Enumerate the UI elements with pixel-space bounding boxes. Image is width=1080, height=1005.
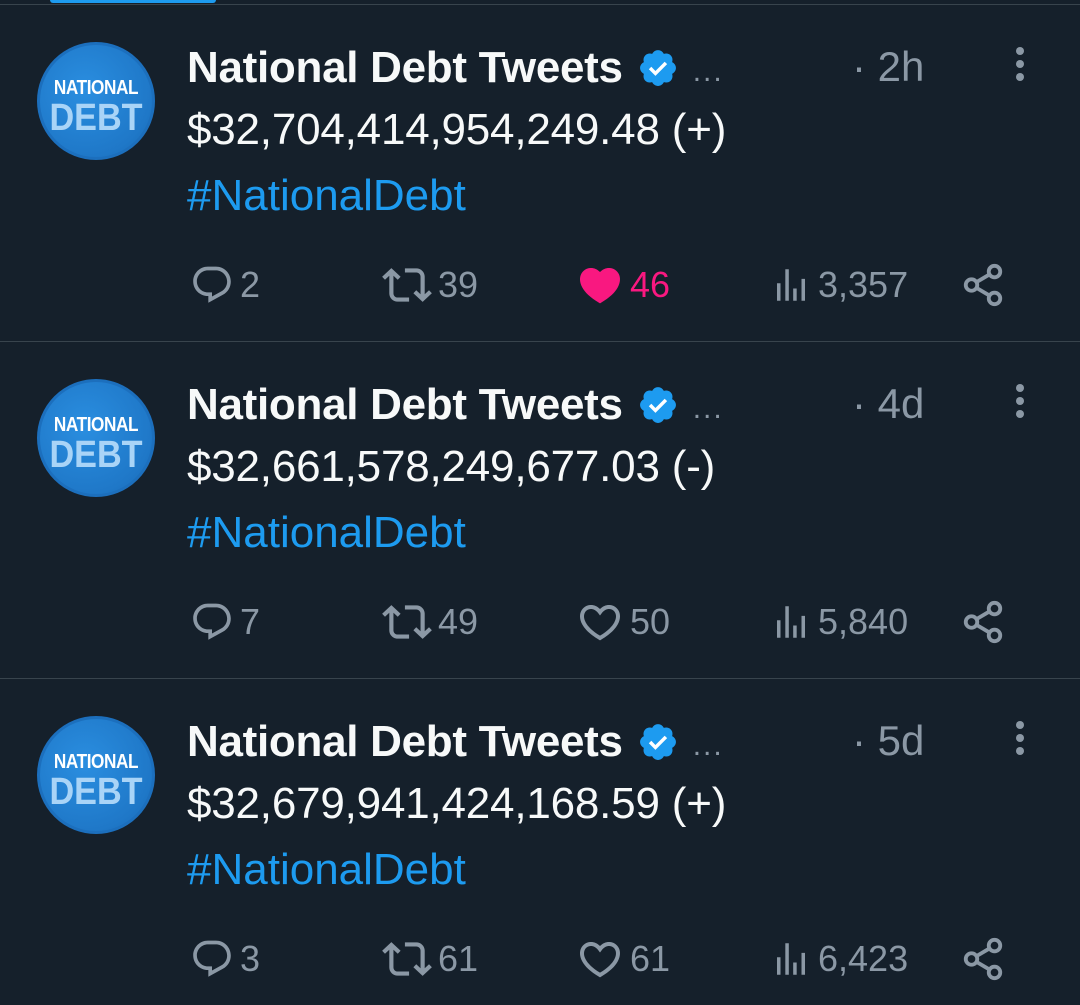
retweet-button[interactable]: 61 [382,929,478,989]
heart-outline-icon [579,605,621,641]
views-button[interactable]: 5,840 [770,592,908,652]
tweet[interactable]: NATIONAL DEBT National Debt Tweets ... ·… [0,678,1080,1005]
reply-button[interactable]: 7 [190,592,260,652]
hashtag-link[interactable]: #NationalDebt [187,508,466,558]
verified-badge-icon [639,724,676,760]
author-name[interactable]: National Debt Tweets [187,717,623,767]
avatar-text: DEBT [49,97,143,139]
avatar[interactable]: NATIONAL DEBT [37,716,155,834]
truncation-ellipsis: ... [692,55,724,88]
timestamp[interactable]: · 4d [852,380,924,428]
retweet-button[interactable]: 49 [382,592,478,652]
retweet-count: 39 [438,264,479,305]
share-button[interactable] [960,929,1006,989]
verified-badge-icon [639,387,676,423]
like-count: 50 [630,601,671,642]
tweet-header: National Debt Tweets ... [187,714,724,770]
reply-count: 2 [240,264,261,305]
reply-icon [193,940,231,977]
avatar[interactable]: NATIONAL DEBT [37,379,155,497]
avatar-text: DEBT [49,434,143,476]
verified-badge-icon [639,50,676,86]
views-chart-icon [777,606,805,638]
heart-filled-icon [579,268,621,304]
share-button[interactable] [960,592,1006,652]
share-icon [963,600,1003,644]
hashtag-link[interactable]: #NationalDebt [187,171,466,221]
retweet-count: 49 [438,601,479,642]
views-button[interactable]: 3,357 [770,255,908,315]
reply-button[interactable]: 3 [190,929,260,989]
reply-icon [193,266,231,303]
retweet-icon [382,942,432,976]
reply-count: 3 [240,938,261,979]
views-count: 3,357 [818,264,909,305]
tweet[interactable]: NATIONAL DEBT National Debt Tweets ... ·… [0,4,1080,341]
reply-button[interactable]: 2 [190,255,260,315]
tweet-text: $32,661,578,249,677.03 (-) [187,442,716,491]
more-options-icon[interactable] [1008,721,1032,761]
tweet-text: $32,679,941,424,168.59 (+) [187,779,727,828]
reply-icon [193,603,231,640]
hashtag-link[interactable]: #NationalDebt [187,845,466,895]
more-options-icon[interactable] [1008,47,1032,87]
retweet-icon [382,268,432,302]
tweet-text: $32,704,414,954,249.48 (+) [187,105,727,154]
views-button[interactable]: 6,423 [770,929,908,989]
share-icon [963,263,1003,307]
author-name[interactable]: National Debt Tweets [187,43,623,93]
author-name[interactable]: National Debt Tweets [187,380,623,430]
active-tab-indicator [50,0,216,3]
like-button[interactable]: 46 [576,255,670,315]
avatar[interactable]: NATIONAL DEBT [37,42,155,160]
tweet-header: National Debt Tweets ... [187,40,724,96]
tweet[interactable]: NATIONAL DEBT National Debt Tweets ... ·… [0,341,1080,678]
heart-outline-icon [579,942,621,978]
retweet-icon [382,605,432,639]
more-options-icon[interactable] [1008,384,1032,424]
timeline: NATIONAL DEBT National Debt Tweets ... ·… [0,0,1080,1005]
action-bar: 2 39 46 3,357 [0,255,1080,315]
retweet-count: 61 [438,938,479,979]
share-button[interactable] [960,255,1006,315]
views-count: 6,423 [818,938,909,979]
action-bar: 3 61 61 6,423 [0,929,1080,989]
timestamp[interactable]: · 5d [852,717,924,765]
avatar-text: DEBT [49,771,143,813]
tweet-header: National Debt Tweets ... [187,377,724,433]
views-chart-icon [777,943,805,975]
like-button[interactable]: 50 [576,592,670,652]
reply-count: 7 [240,601,261,642]
action-bar: 7 49 50 5,840 [0,592,1080,652]
retweet-button[interactable]: 39 [382,255,478,315]
like-count: 46 [630,264,671,305]
views-chart-icon [777,269,805,301]
like-button[interactable]: 61 [576,929,670,989]
share-icon [963,937,1003,981]
truncation-ellipsis: ... [692,729,724,762]
views-count: 5,840 [818,601,909,642]
like-count: 61 [630,938,671,979]
truncation-ellipsis: ... [692,392,724,425]
timestamp[interactable]: · 2h [852,43,924,91]
